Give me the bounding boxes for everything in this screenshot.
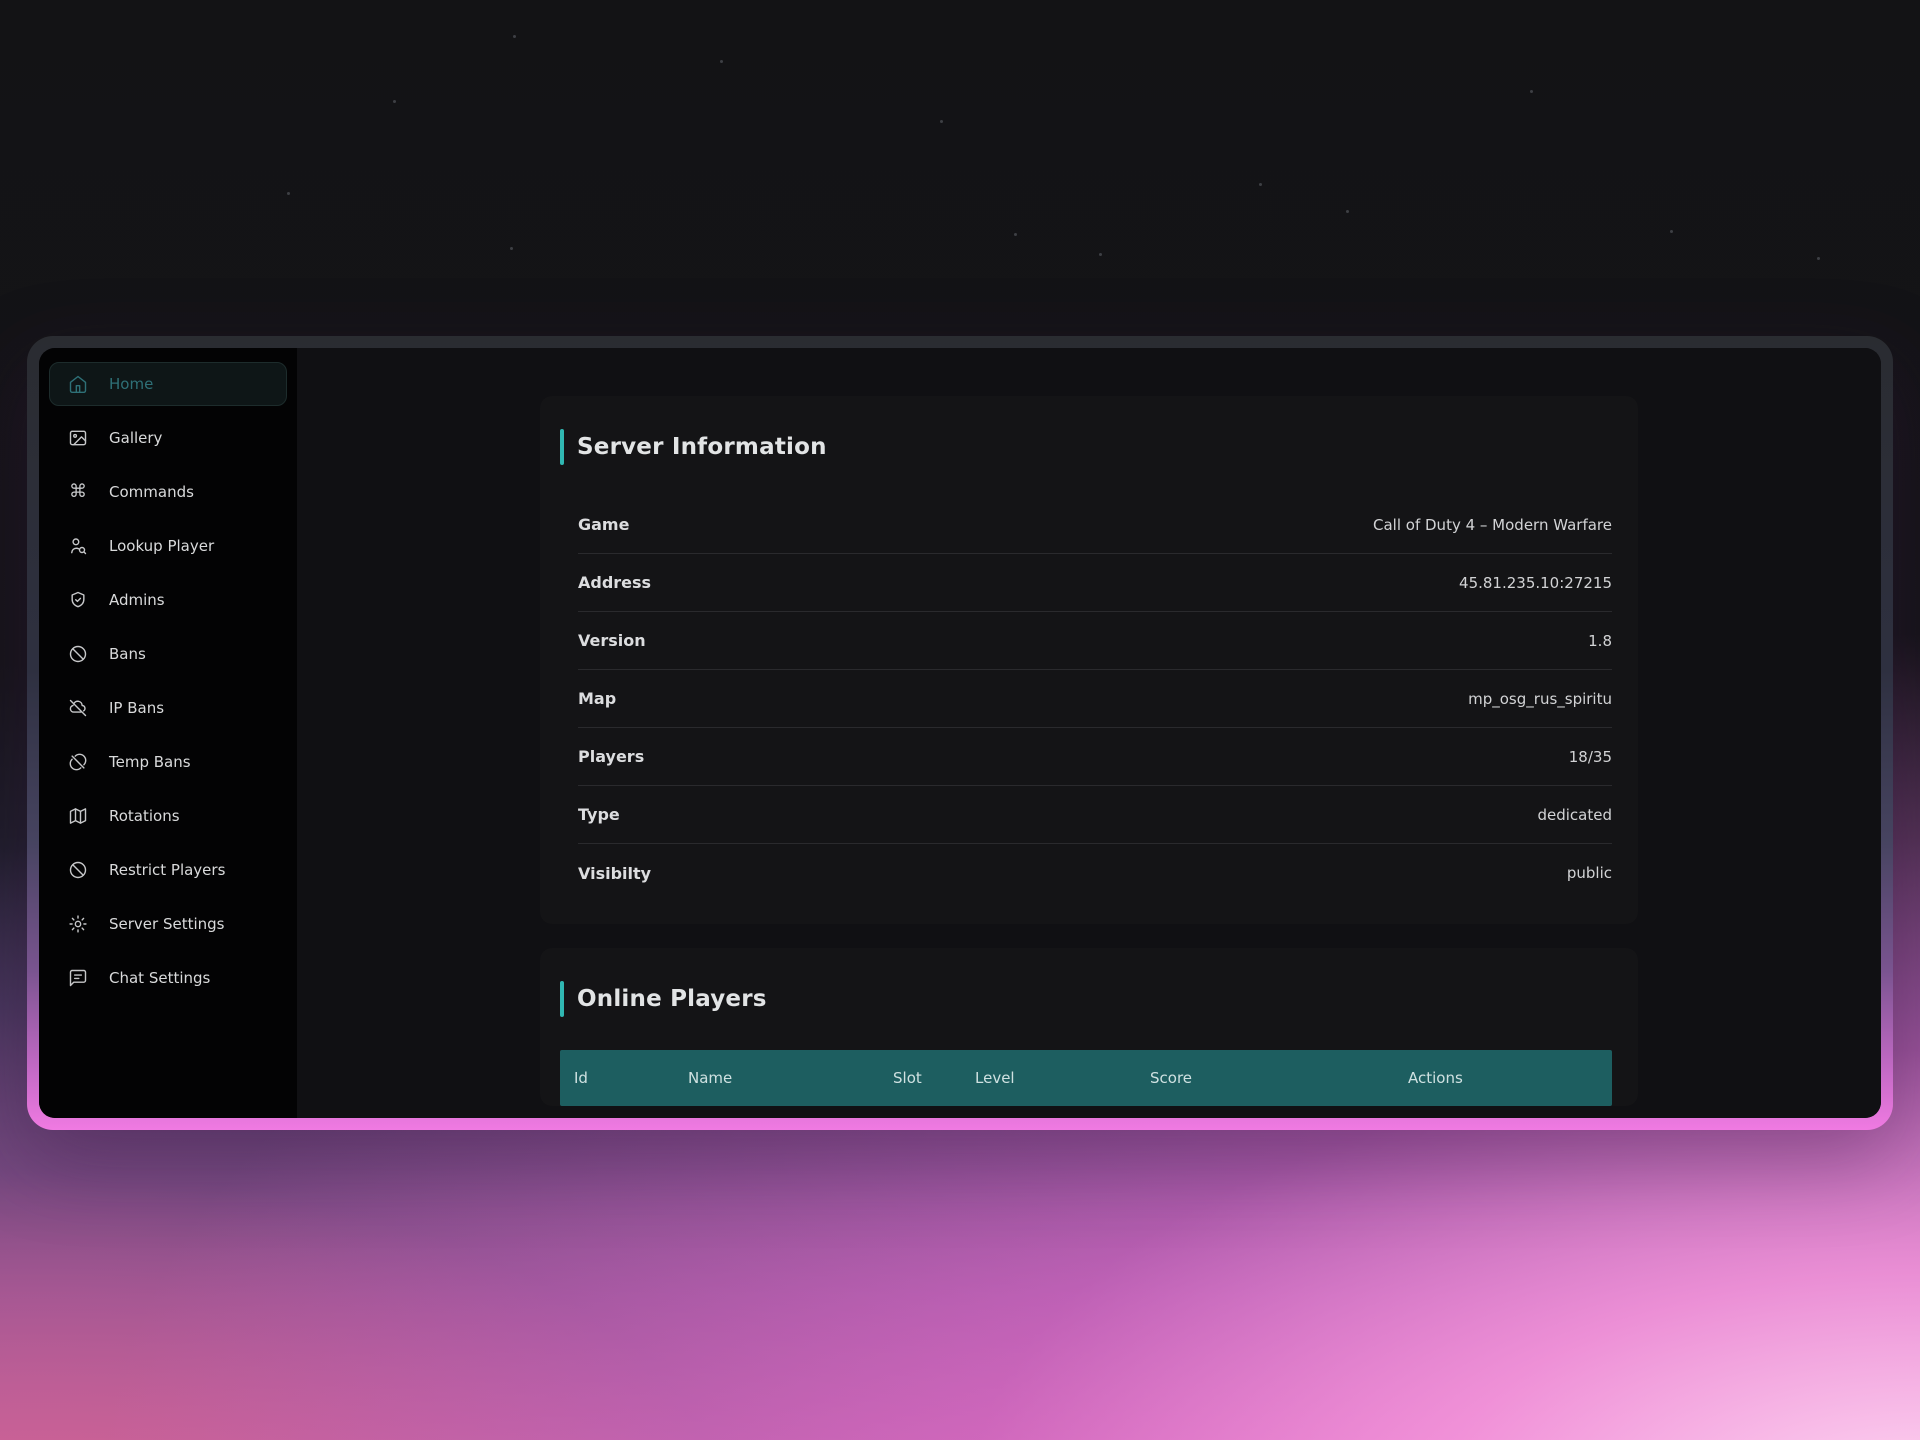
info-value: mp_osg_rus_spiritu (1468, 690, 1612, 708)
sidebar-item-label: Lookup Player (109, 537, 214, 555)
sidebar-item-label: Bans (109, 645, 146, 663)
column-header-score: Score (1150, 1069, 1408, 1087)
gear-icon (68, 914, 88, 934)
sidebar-item-rotations[interactable]: Rotations (49, 794, 287, 838)
star-decoration (1014, 233, 1017, 236)
sidebar-item-label: Temp Bans (109, 753, 191, 771)
lookup-player-icon (68, 536, 88, 556)
column-header-level: Level (975, 1069, 1150, 1087)
window-inner: Home Gallery ⌘ Commands Lookup Player Admins B… (39, 348, 1881, 1118)
sidebar-item-bans[interactable]: Bans (49, 632, 287, 676)
sidebar-item-label: Admins (109, 591, 165, 609)
timer-off-icon (68, 752, 88, 772)
home-icon (68, 374, 88, 394)
server-info-rows: Game Call of Duty 4 – Modern Warfare Addre… (578, 496, 1612, 902)
cloud-off-icon (68, 698, 88, 718)
info-label: Game (578, 515, 629, 534)
sidebar-item-label: Chat Settings (109, 969, 210, 987)
restrict-ban-icon (68, 860, 88, 880)
info-row-address: Address 45.81.235.10:27215 (578, 554, 1612, 612)
info-label: Address (578, 573, 651, 592)
info-value: 18/35 (1569, 748, 1612, 766)
gallery-icon (68, 428, 88, 448)
info-row-type: Type dedicated (578, 786, 1612, 844)
star-decoration (1346, 210, 1349, 213)
star-decoration (1670, 230, 1673, 233)
sidebar-item-label: IP Bans (109, 699, 164, 717)
sidebar-item-gallery[interactable]: Gallery (49, 416, 287, 460)
star-decoration (720, 60, 723, 63)
info-value: dedicated (1537, 806, 1612, 824)
info-label: Version (578, 631, 646, 650)
info-label: Players (578, 747, 644, 766)
info-value: 1.8 (1588, 632, 1612, 650)
star-decoration (510, 247, 513, 250)
star-decoration (393, 100, 396, 103)
star-decoration (1817, 257, 1820, 260)
star-decoration (1530, 90, 1533, 93)
info-row-players: Players 18/35 (578, 728, 1612, 786)
server-information-header: Server Information (560, 428, 1612, 466)
info-row-version: Version 1.8 (578, 612, 1612, 670)
sidebar-item-home[interactable]: Home (49, 362, 287, 406)
info-label: Map (578, 689, 616, 708)
players-table-header: IdNameSlotLevelScoreActions (560, 1050, 1612, 1106)
accent-bar (560, 429, 564, 465)
column-header-slot: Slot (893, 1069, 975, 1087)
sidebar-item-restrict-players[interactable]: Restrict Players (49, 848, 287, 892)
sidebar-item-label: Gallery (109, 429, 162, 447)
main-content: Server Information Game Call of Duty 4 – … (297, 348, 1881, 1118)
sidebar-item-chat-settings[interactable]: Chat Settings (49, 956, 287, 1000)
online-players-card: Online Players IdNameSlotLevelScoreActio… (540, 948, 1638, 1106)
star-decoration (287, 192, 290, 195)
info-row-game: Game Call of Duty 4 – Modern Warfare (578, 496, 1612, 554)
ban-icon (68, 644, 88, 664)
server-information-title: Server Information (577, 434, 827, 460)
column-header-id: Id (574, 1069, 688, 1087)
info-label: Type (578, 805, 620, 824)
sidebar-item-temp-bans[interactable]: Temp Bans (49, 740, 287, 784)
star-decoration (940, 120, 943, 123)
sidebar-item-commands[interactable]: ⌘ Commands (49, 470, 287, 514)
sidebar-item-label: Restrict Players (109, 861, 225, 879)
sidebar-item-label: Commands (109, 483, 194, 501)
online-players-header: Online Players (560, 980, 1612, 1018)
sidebar-item-label: Server Settings (109, 915, 224, 933)
info-row-visibilty: Visibilty public (578, 844, 1612, 902)
column-header-actions: Actions (1408, 1069, 1612, 1087)
info-value: 45.81.235.10:27215 (1459, 574, 1612, 592)
commands-icon: ⌘ (68, 482, 88, 502)
app-window: Home Gallery ⌘ Commands Lookup Player Admins B… (27, 336, 1893, 1130)
star-decoration (513, 35, 516, 38)
online-players-title: Online Players (577, 986, 767, 1012)
server-information-card: Server Information Game Call of Duty 4 – … (540, 396, 1638, 924)
info-row-map: Map mp_osg_rus_spiritu (578, 670, 1612, 728)
map-icon (68, 806, 88, 826)
star-decoration (1099, 253, 1102, 256)
info-label: Visibilty (578, 864, 651, 883)
chat-icon (68, 968, 88, 988)
info-value: Call of Duty 4 – Modern Warfare (1373, 516, 1612, 534)
sidebar-item-lookup-player[interactable]: Lookup Player (49, 524, 287, 568)
sidebar-item-label: Home (109, 375, 153, 393)
accent-bar (560, 981, 564, 1017)
sidebar: Home Gallery ⌘ Commands Lookup Player Admins B… (39, 348, 297, 1118)
sidebar-item-server-settings[interactable]: Server Settings (49, 902, 287, 946)
sidebar-item-ip-bans[interactable]: IP Bans (49, 686, 287, 730)
info-value: public (1567, 864, 1612, 882)
sidebar-item-admins[interactable]: Admins (49, 578, 287, 622)
sidebar-item-label: Rotations (109, 807, 180, 825)
column-header-name: Name (688, 1069, 893, 1087)
star-decoration (1259, 183, 1262, 186)
shield-check-icon (68, 590, 88, 610)
